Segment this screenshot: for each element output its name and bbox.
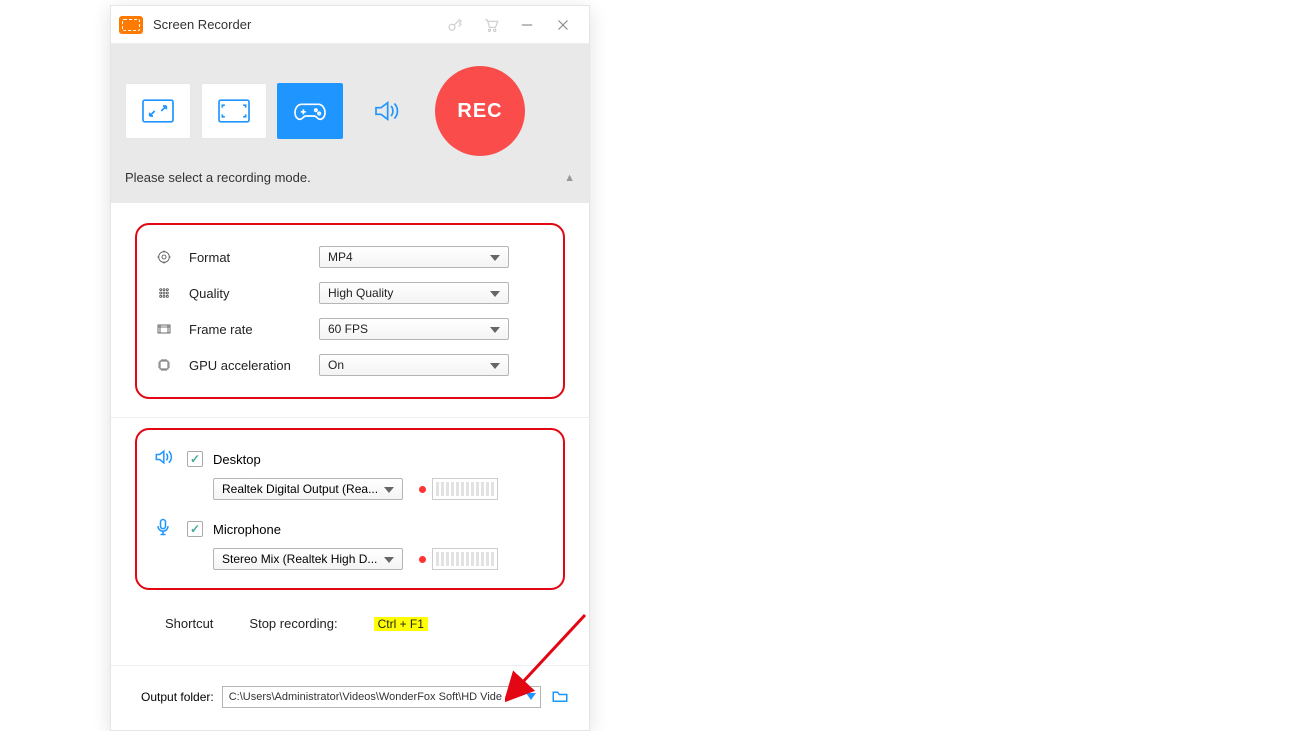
speaker-icon (153, 447, 177, 472)
key-icon[interactable] (437, 10, 473, 40)
gpu-select[interactable]: On (319, 354, 509, 376)
quality-label: Quality (189, 286, 319, 301)
record-button[interactable]: REC (435, 66, 525, 156)
shortcut-key: Ctrl + F1 (374, 617, 428, 631)
collapse-icon[interactable]: ▲ (564, 172, 575, 184)
mode-game[interactable] (277, 83, 343, 139)
desktop-label: Desktop (213, 452, 261, 467)
microphone-label: Microphone (213, 522, 281, 537)
format-label: Format (189, 250, 319, 265)
microphone-checkbox[interactable] (187, 521, 203, 537)
footer: Output folder: C:\Users\Administrator\Vi… (111, 665, 589, 730)
desktop-level-meter (419, 478, 498, 500)
shortcut-action: Stop recording: (249, 616, 337, 631)
framerate-icon (153, 321, 175, 337)
framerate-select[interactable]: 60 FPS (319, 318, 509, 340)
app-title: Screen Recorder (153, 17, 251, 32)
shortcut-label: Shortcut (165, 616, 213, 631)
desktop-device-select[interactable]: Realtek Digital Output (Rea... (213, 478, 403, 500)
output-folder-input[interactable]: C:\Users\Administrator\Videos\WonderFox … (222, 686, 541, 708)
folder-dropdown-icon[interactable] (526, 693, 536, 700)
format-select[interactable]: MP4 (319, 246, 509, 268)
mode-fullscreen[interactable] (201, 83, 267, 139)
framerate-label: Frame rate (189, 322, 319, 337)
format-icon (153, 249, 175, 265)
gpu-label: GPU acceleration (189, 358, 319, 373)
mode-prompt: Please select a recording mode. (125, 170, 311, 185)
open-folder-button[interactable] (549, 687, 571, 708)
cart-icon[interactable] (473, 10, 509, 40)
video-settings-group: Format MP4 Quality High Quality Frame ra… (135, 223, 565, 399)
output-folder-label: Output folder: (141, 690, 214, 704)
titlebar: Screen Recorder (111, 6, 589, 44)
mode-audio[interactable] (353, 83, 419, 139)
mode-bar: REC Please select a recording mode. ▲ (111, 44, 589, 203)
microphone-device-select[interactable]: Stereo Mix (Realtek High D... (213, 548, 403, 570)
audio-settings-group: Desktop Realtek Digital Output (Rea... M… (135, 428, 565, 590)
app-window: Screen Recorder REC Please select a reco… (110, 5, 590, 731)
mode-region[interactable] (125, 83, 191, 139)
desktop-checkbox[interactable] (187, 451, 203, 467)
close-button[interactable] (545, 10, 581, 40)
quality-icon (153, 285, 175, 301)
quality-select[interactable]: High Quality (319, 282, 509, 304)
gpu-icon (153, 357, 175, 373)
microphone-level-meter (419, 548, 498, 570)
minimize-button[interactable] (509, 10, 545, 40)
microphone-icon (153, 517, 177, 542)
app-logo-icon (119, 16, 143, 34)
